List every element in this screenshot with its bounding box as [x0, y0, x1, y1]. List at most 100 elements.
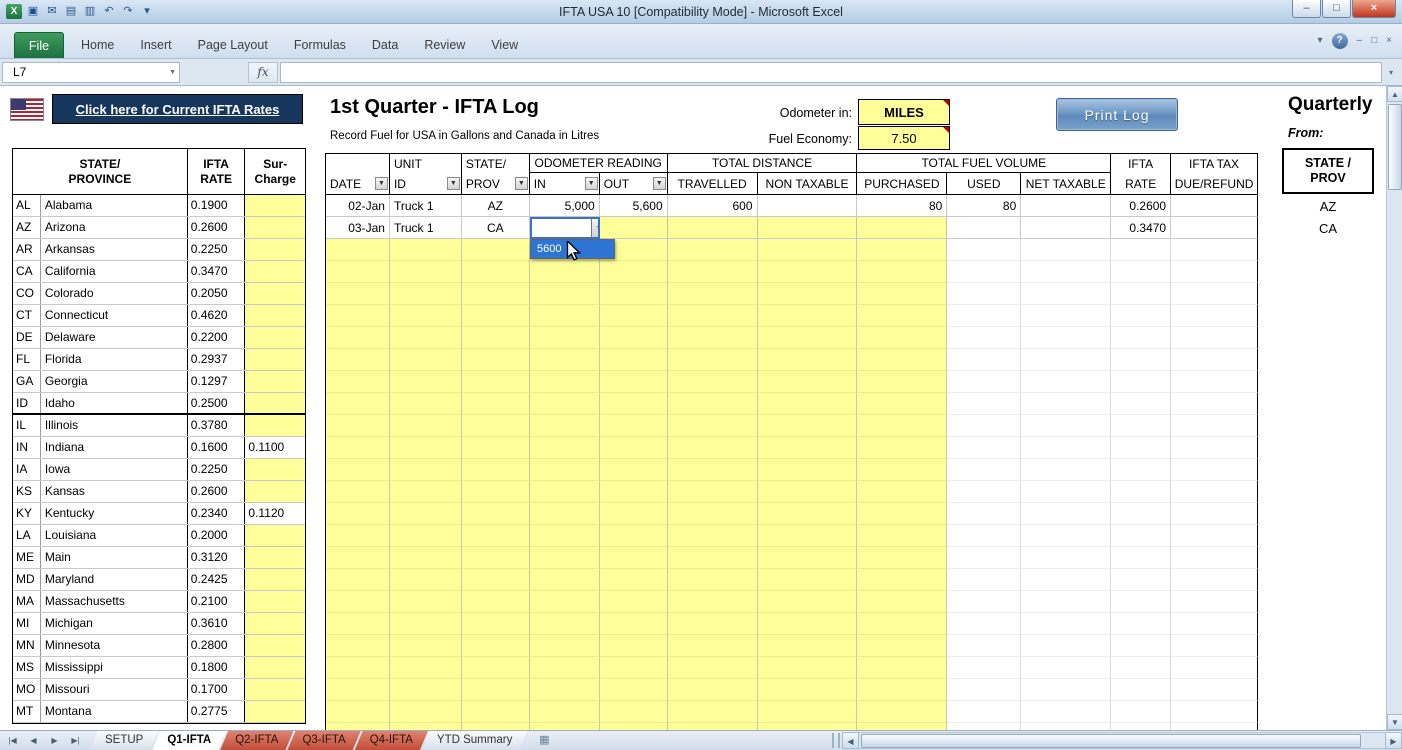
empty-cell[interactable] — [390, 503, 462, 525]
ribbon-tab[interactable]: Home — [68, 32, 127, 58]
empty-cell[interactable] — [326, 481, 390, 503]
empty-cell[interactable] — [1171, 635, 1258, 657]
empty-cell[interactable] — [1111, 349, 1171, 371]
tax-cell[interactable] — [1171, 217, 1258, 239]
empty-cell[interactable] — [326, 569, 390, 591]
empty-cell[interactable] — [600, 327, 668, 349]
unit-cell[interactable]: Truck 1 — [390, 195, 462, 217]
empty-cell[interactable] — [1111, 437, 1171, 459]
state-surcharge-cell[interactable] — [245, 239, 305, 260]
formula-input[interactable] — [280, 62, 1382, 83]
empty-cell[interactable] — [600, 547, 668, 569]
unit-cell[interactable]: Truck 1 — [390, 217, 462, 239]
empty-cell[interactable] — [758, 415, 858, 437]
state-rate-cell[interactable]: 0.2775 — [188, 701, 246, 722]
filter-dropdown-icon[interactable]: ▼ — [447, 177, 460, 190]
empty-cell[interactable] — [668, 657, 758, 679]
empty-cell[interactable] — [326, 547, 390, 569]
empty-cell[interactable] — [758, 569, 858, 591]
empty-cell[interactable] — [462, 283, 530, 305]
empty-cell[interactable] — [1021, 415, 1111, 437]
used-cell[interactable]: 80 — [947, 195, 1021, 217]
tab-nav-button[interactable]: ▶ — [45, 733, 64, 749]
state-surcharge-cell[interactable] — [245, 217, 305, 238]
empty-cell[interactable] — [668, 723, 758, 730]
scroll-left-icon[interactable]: ◀ — [842, 732, 859, 749]
empty-cell[interactable] — [947, 525, 1021, 547]
empty-cell[interactable] — [668, 481, 758, 503]
empty-cell[interactable] — [326, 305, 390, 327]
empty-cell[interactable] — [390, 305, 462, 327]
empty-cell[interactable] — [1021, 547, 1111, 569]
state-cell[interactable]: AZ — [462, 195, 530, 217]
empty-cell[interactable] — [1171, 591, 1258, 613]
state-rate-cell[interactable]: 0.2340 — [188, 503, 246, 524]
state-abbr-cell[interactable]: MD — [13, 569, 41, 590]
empty-cell[interactable] — [1021, 261, 1111, 283]
empty-cell[interactable] — [326, 701, 390, 723]
state-prov-value-cell[interactable]: AZ — [1282, 196, 1374, 218]
empty-cell[interactable] — [462, 503, 530, 525]
tab-nav-button[interactable]: |◀ — [3, 733, 22, 749]
empty-cell[interactable] — [1111, 327, 1171, 349]
empty-cell[interactable] — [462, 569, 530, 591]
empty-cell[interactable] — [1171, 371, 1258, 393]
empty-cell[interactable] — [530, 525, 600, 547]
state-name-cell[interactable]: Arizona — [41, 217, 188, 238]
empty-cell[interactable] — [530, 283, 600, 305]
empty-cell[interactable] — [326, 503, 390, 525]
state-name-cell[interactable]: Georgia — [41, 371, 188, 392]
help-icon[interactable]: ? — [1332, 33, 1348, 49]
empty-cell[interactable] — [390, 569, 462, 591]
empty-cell[interactable] — [600, 723, 668, 730]
empty-cell[interactable] — [1021, 723, 1111, 730]
empty-cell[interactable] — [390, 393, 462, 415]
empty-cell[interactable] — [600, 371, 668, 393]
vertical-scroll-thumb[interactable] — [1388, 104, 1402, 190]
empty-cell[interactable] — [462, 591, 530, 613]
scroll-right-icon[interactable]: ▶ — [1385, 732, 1402, 749]
empty-cell[interactable] — [1111, 503, 1171, 525]
empty-cell[interactable] — [668, 327, 758, 349]
empty-cell[interactable] — [462, 459, 530, 481]
empty-cell[interactable] — [326, 393, 390, 415]
empty-cell[interactable] — [600, 657, 668, 679]
empty-cell[interactable] — [758, 723, 858, 730]
empty-cell[interactable] — [947, 239, 1021, 261]
state-abbr-cell[interactable]: AR — [13, 239, 41, 260]
empty-cell[interactable] — [947, 459, 1021, 481]
empty-cell[interactable] — [668, 613, 758, 635]
state-abbr-cell[interactable]: FL — [13, 349, 41, 370]
empty-cell[interactable] — [857, 371, 947, 393]
state-rate-cell[interactable]: 0.1900 — [188, 195, 246, 216]
empty-cell[interactable] — [1171, 283, 1258, 305]
empty-cell[interactable] — [1171, 239, 1258, 261]
date-cell[interactable]: 03-Jan — [326, 217, 390, 239]
empty-cell[interactable] — [326, 635, 390, 657]
state-surcharge-cell[interactable] — [245, 349, 305, 370]
empty-cell[interactable] — [390, 547, 462, 569]
state-surcharge-cell[interactable] — [245, 679, 305, 700]
empty-cell[interactable] — [947, 349, 1021, 371]
empty-cell[interactable] — [326, 437, 390, 459]
empty-cell[interactable] — [857, 569, 947, 591]
empty-cell[interactable] — [857, 349, 947, 371]
filter-dropdown-icon[interactable]: ▼ — [585, 177, 598, 190]
empty-cell[interactable] — [390, 613, 462, 635]
state-surcharge-cell[interactable]: 0.1100 — [245, 437, 305, 458]
empty-cell[interactable] — [462, 723, 530, 730]
empty-cell[interactable] — [600, 503, 668, 525]
email-icon[interactable]: ✉ — [44, 4, 60, 19]
empty-cell[interactable] — [462, 327, 530, 349]
empty-cell[interactable] — [668, 239, 758, 261]
undo-icon[interactable]: ↶ — [101, 4, 117, 19]
empty-cell[interactable] — [326, 657, 390, 679]
empty-cell[interactable] — [1021, 239, 1111, 261]
empty-cell[interactable] — [390, 525, 462, 547]
empty-cell[interactable] — [758, 635, 858, 657]
empty-cell[interactable] — [947, 393, 1021, 415]
empty-cell[interactable] — [668, 305, 758, 327]
empty-cell[interactable] — [947, 503, 1021, 525]
empty-cell[interactable] — [1171, 569, 1258, 591]
state-name-cell[interactable]: Maryland — [41, 569, 188, 590]
